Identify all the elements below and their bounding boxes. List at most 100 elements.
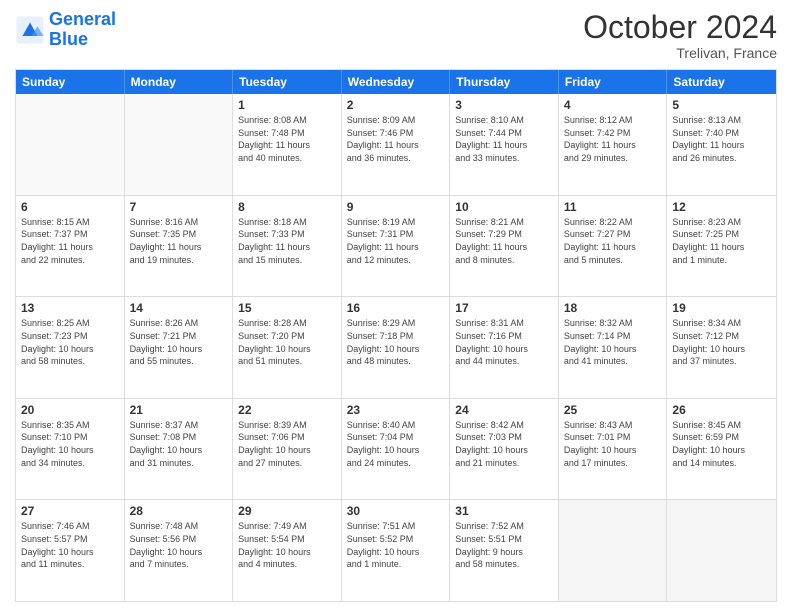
cell-details: Sunrise: 8:34 AMSunset: 7:12 PMDaylight:… — [672, 317, 771, 367]
calendar-cell: 24 Sunrise: 8:42 AMSunset: 7:03 PMDayligh… — [450, 399, 559, 500]
cell-details: Sunrise: 8:08 AMSunset: 7:48 PMDaylight:… — [238, 114, 336, 164]
cell-details: Sunrise: 7:46 AMSunset: 5:57 PMDaylight:… — [21, 520, 119, 570]
cell-details: Sunrise: 8:23 AMSunset: 7:25 PMDaylight:… — [672, 216, 771, 266]
cell-details: Sunrise: 7:51 AMSunset: 5:52 PMDaylight:… — [347, 520, 445, 570]
day-number: 6 — [21, 200, 119, 214]
header-day-monday: Monday — [125, 70, 234, 94]
cell-details: Sunrise: 8:40 AMSunset: 7:04 PMDaylight:… — [347, 419, 445, 469]
calendar-cell: 10 Sunrise: 8:21 AMSunset: 7:29 PMDayligh… — [450, 196, 559, 297]
logo-text: General Blue — [49, 10, 116, 50]
day-number: 13 — [21, 301, 119, 315]
day-number: 18 — [564, 301, 662, 315]
day-number: 15 — [238, 301, 336, 315]
calendar-cell: 5Sunrise: 8:13 AMSunset: 7:40 PMDaylight… — [667, 94, 776, 195]
cell-details: Sunrise: 8:25 AMSunset: 7:23 PMDaylight:… — [21, 317, 119, 367]
cell-details: Sunrise: 7:49 AMSunset: 5:54 PMDaylight:… — [238, 520, 336, 570]
cell-details: Sunrise: 8:28 AMSunset: 7:20 PMDaylight:… — [238, 317, 336, 367]
calendar-cell: 17Sunrise: 8:31 AMSunset: 7:16 PMDayligh… — [450, 297, 559, 398]
cell-details: Sunrise: 8:13 AMSunset: 7:40 PMDaylight:… — [672, 114, 771, 164]
calendar-cell: 31 Sunrise: 7:52 AMSunset: 5:51 PMDayligh… — [450, 500, 559, 601]
day-number: 17 — [455, 301, 553, 315]
calendar-cell: 4Sunrise: 8:12 AMSunset: 7:42 PMDaylight… — [559, 94, 668, 195]
calendar-cell: 30 Sunrise: 7:51 AMSunset: 5:52 PMDayligh… — [342, 500, 451, 601]
day-number: 28 — [130, 504, 228, 518]
logo-line1: General — [49, 9, 116, 29]
day-number: 23 — [347, 403, 445, 417]
day-number: 12 — [672, 200, 771, 214]
calendar-cell: 18Sunrise: 8:32 AMSunset: 7:14 PMDayligh… — [559, 297, 668, 398]
calendar-row: 27Sunrise: 7:46 AMSunset: 5:57 PMDayligh… — [16, 499, 776, 601]
cell-details: Sunrise: 7:48 AMSunset: 5:56 PMDaylight:… — [130, 520, 228, 570]
calendar-cell: 22Sunrise: 8:39 AMSunset: 7:06 PMDayligh… — [233, 399, 342, 500]
calendar: SundayMondayTuesdayWednesdayThursdayFrid… — [15, 69, 777, 602]
logo-icon — [15, 15, 45, 45]
cell-details: Sunrise: 8:37 AMSunset: 7:08 PMDaylight:… — [130, 419, 228, 469]
header-day-wednesday: Wednesday — [342, 70, 451, 94]
day-number: 8 — [238, 200, 336, 214]
logo: General Blue — [15, 10, 116, 50]
header-day-tuesday: Tuesday — [233, 70, 342, 94]
cell-details: Sunrise: 8:29 AMSunset: 7:18 PMDaylight:… — [347, 317, 445, 367]
header-day-thursday: Thursday — [450, 70, 559, 94]
day-number: 24 — [455, 403, 553, 417]
cell-details: Sunrise: 8:16 AMSunset: 7:35 PMDaylight:… — [130, 216, 228, 266]
calendar-cell: 1Sunrise: 8:08 AMSunset: 7:48 PMDaylight… — [233, 94, 342, 195]
calendar-cell: 2Sunrise: 8:09 AMSunset: 7:46 PMDaylight… — [342, 94, 451, 195]
cell-details: Sunrise: 8:09 AMSunset: 7:46 PMDaylight:… — [347, 114, 445, 164]
calendar-cell: 7 Sunrise: 8:16 AMSunset: 7:35 PMDaylight… — [125, 196, 234, 297]
day-number: 21 — [130, 403, 228, 417]
day-number: 29 — [238, 504, 336, 518]
cell-details: Sunrise: 8:18 AMSunset: 7:33 PMDaylight:… — [238, 216, 336, 266]
day-number: 31 — [455, 504, 553, 518]
calendar-cell: 6 Sunrise: 8:15 AMSunset: 7:37 PMDaylight… — [16, 196, 125, 297]
day-number: 19 — [672, 301, 771, 315]
calendar-cell: 3 Sunrise: 8:10 AMSunset: 7:44 PMDaylight… — [450, 94, 559, 195]
day-number: 9 — [347, 200, 445, 214]
calendar-cell — [125, 94, 234, 195]
cell-details: Sunrise: 8:10 AMSunset: 7:44 PMDaylight:… — [455, 114, 553, 164]
cell-details: Sunrise: 8:45 AMSunset: 6:59 PMDaylight:… — [672, 419, 771, 469]
cell-details: Sunrise: 8:12 AMSunset: 7:42 PMDaylight:… — [564, 114, 662, 164]
cell-details: Sunrise: 8:35 AMSunset: 7:10 PMDaylight:… — [21, 419, 119, 469]
day-number: 26 — [672, 403, 771, 417]
calendar-cell: 11Sunrise: 8:22 AMSunset: 7:27 PMDayligh… — [559, 196, 668, 297]
day-number: 7 — [130, 200, 228, 214]
cell-details: Sunrise: 8:26 AMSunset: 7:21 PMDaylight:… — [130, 317, 228, 367]
calendar-cell: 29 Sunrise: 7:49 AMSunset: 5:54 PMDayligh… — [233, 500, 342, 601]
day-number: 20 — [21, 403, 119, 417]
calendar-cell: 27Sunrise: 7:46 AMSunset: 5:57 PMDayligh… — [16, 500, 125, 601]
cell-details: Sunrise: 7:52 AMSunset: 5:51 PMDaylight:… — [455, 520, 553, 570]
calendar-cell: 19 Sunrise: 8:34 AMSunset: 7:12 PMDayligh… — [667, 297, 776, 398]
header: General Blue October 2024 Trelivan, Fran… — [15, 10, 777, 61]
calendar-cell: 12 Sunrise: 8:23 AMSunset: 7:25 PMDayligh… — [667, 196, 776, 297]
calendar-body: 1Sunrise: 8:08 AMSunset: 7:48 PMDaylight… — [16, 94, 776, 601]
calendar-cell: 20 Sunrise: 8:35 AMSunset: 7:10 PMDayligh… — [16, 399, 125, 500]
day-number: 10 — [455, 200, 553, 214]
calendar-cell — [559, 500, 668, 601]
month-title: October 2024 — [583, 10, 777, 45]
header-day-saturday: Saturday — [667, 70, 776, 94]
cell-details: Sunrise: 8:39 AMSunset: 7:06 PMDaylight:… — [238, 419, 336, 469]
day-number: 25 — [564, 403, 662, 417]
header-day-sunday: Sunday — [16, 70, 125, 94]
logo-line2: Blue — [49, 29, 88, 49]
cell-details: Sunrise: 8:22 AMSunset: 7:27 PMDaylight:… — [564, 216, 662, 266]
day-number: 30 — [347, 504, 445, 518]
cell-details: Sunrise: 8:42 AMSunset: 7:03 PMDaylight:… — [455, 419, 553, 469]
calendar-cell — [16, 94, 125, 195]
calendar-cell: 14 Sunrise: 8:26 AMSunset: 7:21 PMDayligh… — [125, 297, 234, 398]
calendar-cell: 8 Sunrise: 8:18 AMSunset: 7:33 PMDaylight… — [233, 196, 342, 297]
calendar-cell: 9Sunrise: 8:19 AMSunset: 7:31 PMDaylight… — [342, 196, 451, 297]
header-day-friday: Friday — [559, 70, 668, 94]
calendar-cell — [667, 500, 776, 601]
calendar-row: 20 Sunrise: 8:35 AMSunset: 7:10 PMDayligh… — [16, 398, 776, 500]
day-number: 14 — [130, 301, 228, 315]
calendar-cell: 13 Sunrise: 8:25 AMSunset: 7:23 PMDayligh… — [16, 297, 125, 398]
cell-details: Sunrise: 8:21 AMSunset: 7:29 PMDaylight:… — [455, 216, 553, 266]
calendar-cell: 15 Sunrise: 8:28 AMSunset: 7:20 PMDayligh… — [233, 297, 342, 398]
day-number: 3 — [455, 98, 553, 112]
calendar-cell: 28 Sunrise: 7:48 AMSunset: 5:56 PMDayligh… — [125, 500, 234, 601]
cell-details: Sunrise: 8:15 AMSunset: 7:37 PMDaylight:… — [21, 216, 119, 266]
location-subtitle: Trelivan, France — [583, 45, 777, 61]
calendar-row: 6 Sunrise: 8:15 AMSunset: 7:37 PMDaylight… — [16, 195, 776, 297]
